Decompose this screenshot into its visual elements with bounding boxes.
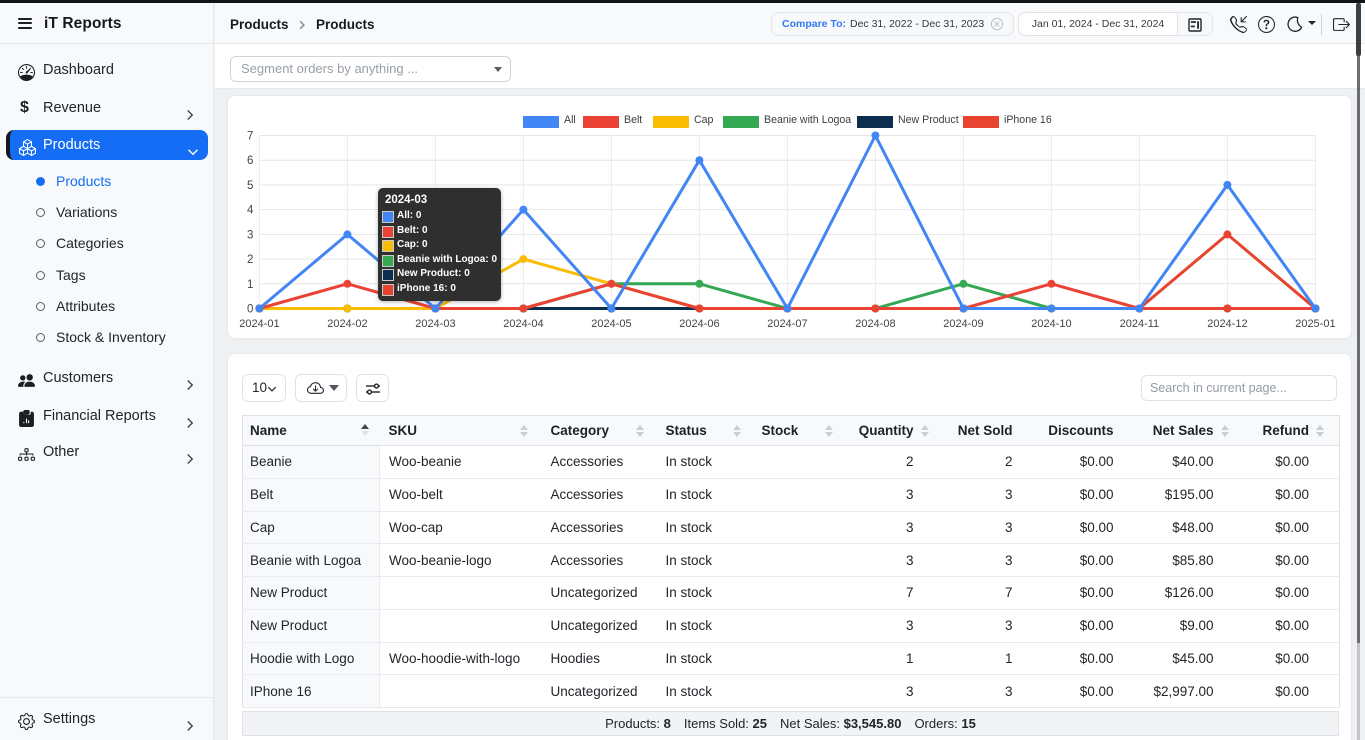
svg-text:2024-07: 2024-07 (767, 318, 807, 330)
svg-text:4: 4 (247, 205, 254, 217)
svg-text:2024-03: 2024-03 (415, 318, 455, 330)
svg-text:2024-01: 2024-01 (239, 318, 279, 330)
svg-text:2024-02: 2024-02 (327, 318, 367, 330)
svg-text:2024-05: 2024-05 (591, 318, 631, 330)
svg-text:2024-11: 2024-11 (1120, 318, 1160, 330)
svg-text:2025-01: 2025-01 (1295, 318, 1335, 330)
svg-text:1: 1 (247, 279, 253, 291)
svg-text:2024-04: 2024-04 (503, 318, 543, 330)
svg-text:5: 5 (247, 180, 253, 192)
svg-text:2024-12: 2024-12 (1207, 318, 1247, 330)
svg-text:2024-06: 2024-06 (679, 318, 719, 330)
svg-text:2: 2 (247, 254, 253, 266)
svg-text:0: 0 (247, 304, 253, 316)
svg-text:2024-08: 2024-08 (855, 318, 895, 330)
svg-text:2024-09: 2024-09 (943, 318, 983, 330)
svg-text:3: 3 (247, 229, 253, 241)
svg-text:2024-10: 2024-10 (1031, 318, 1071, 330)
svg-text:7: 7 (247, 131, 253, 143)
svg-text:6: 6 (247, 155, 253, 167)
